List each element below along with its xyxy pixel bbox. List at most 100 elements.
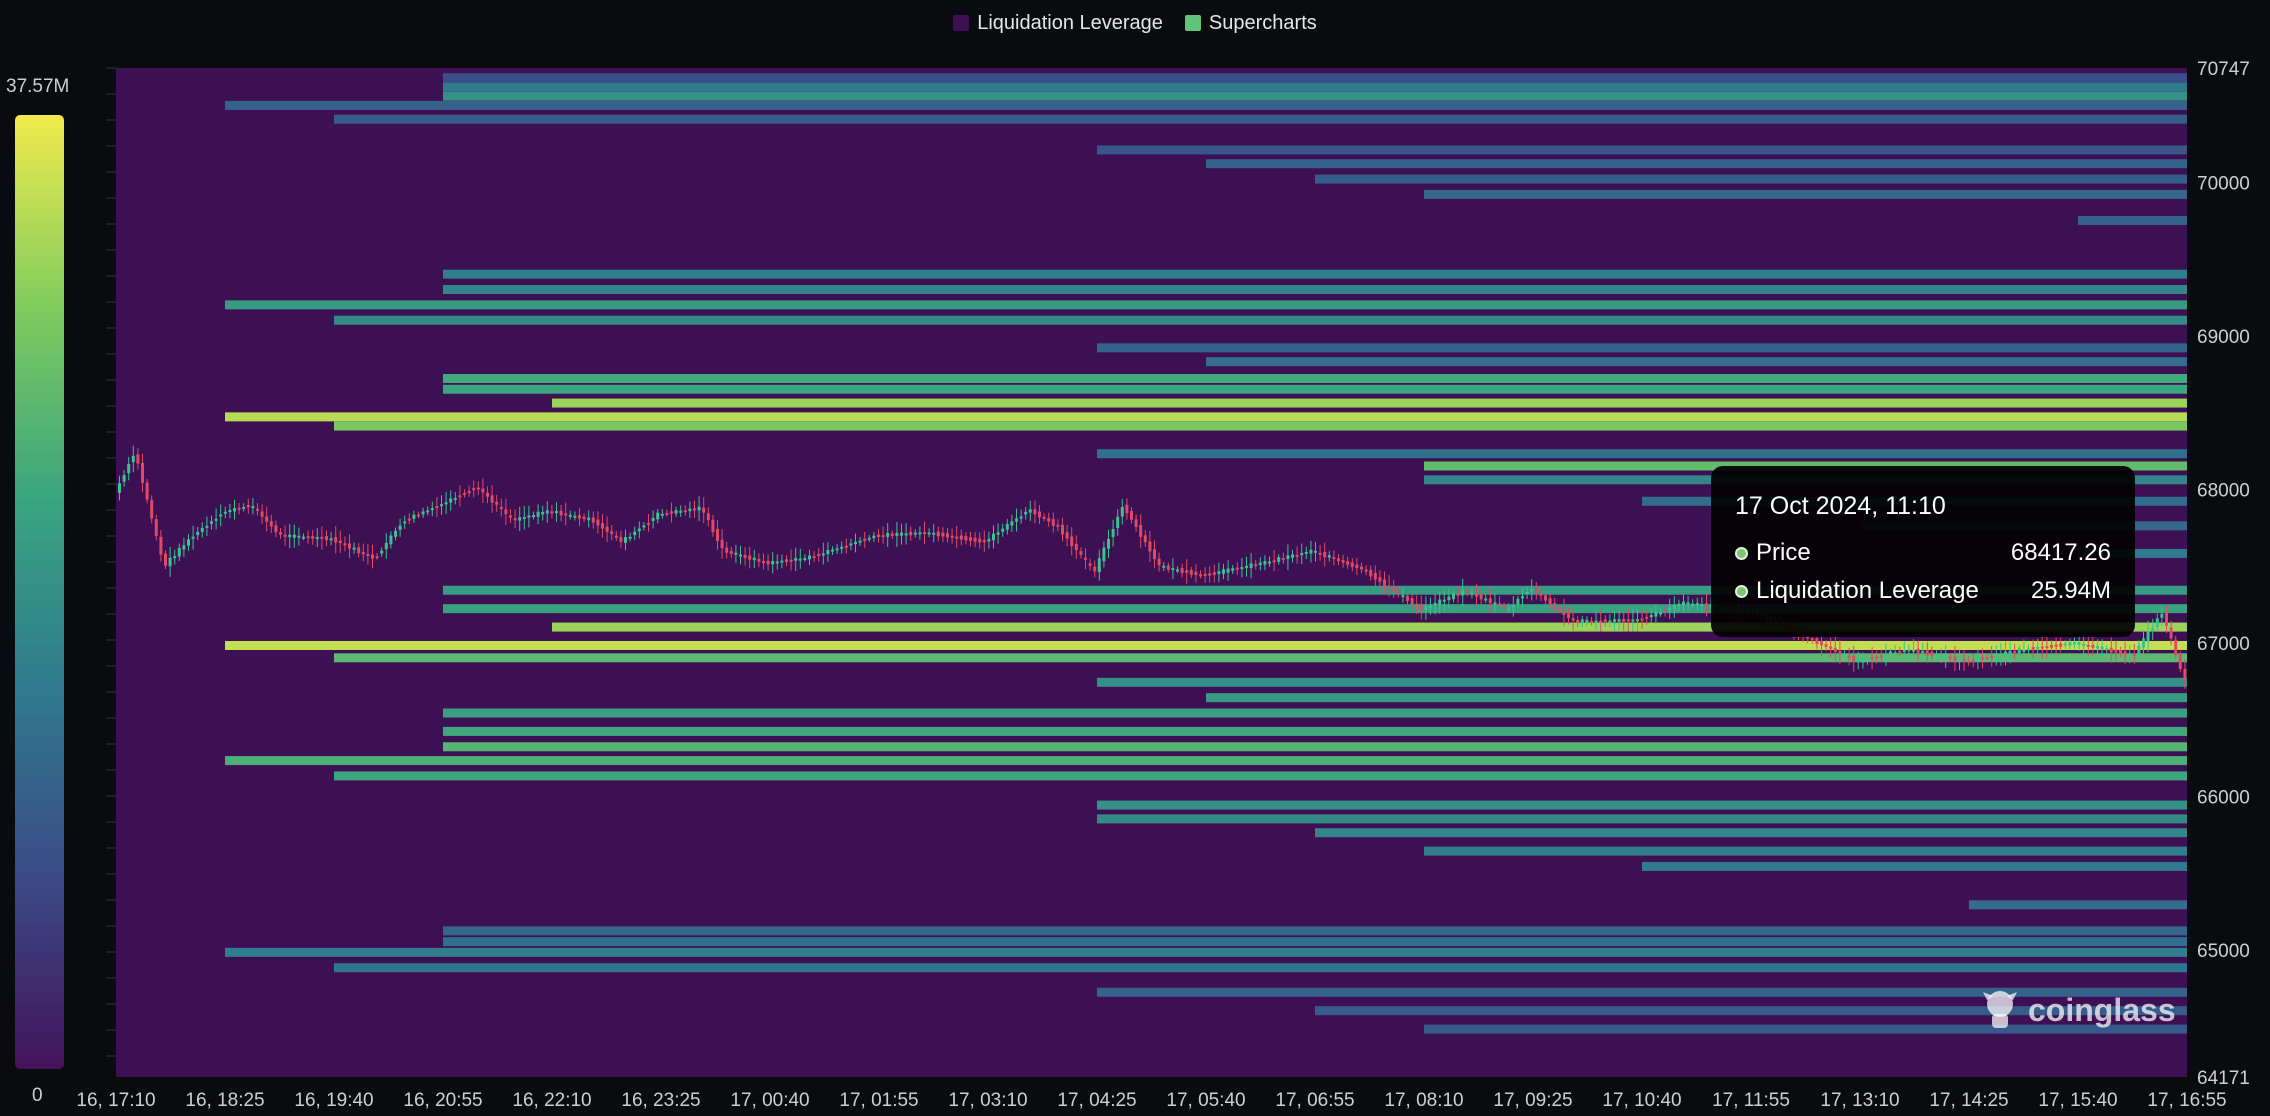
x-tick-label: 17, 15:40 bbox=[2038, 1090, 2117, 1111]
candle-body bbox=[1176, 569, 1179, 572]
candle-body bbox=[794, 558, 798, 561]
candle-body bbox=[453, 497, 457, 500]
candle-body bbox=[1488, 598, 1492, 604]
candle-body bbox=[1286, 555, 1290, 560]
candle-body bbox=[743, 554, 747, 558]
x-tick-label: 17, 04:25 bbox=[1057, 1090, 1136, 1111]
candle-body bbox=[1028, 509, 1032, 513]
candle-body bbox=[863, 538, 867, 542]
candle-body bbox=[1525, 591, 1529, 594]
candle-body bbox=[831, 549, 834, 552]
candle-body bbox=[412, 514, 416, 519]
candle-body bbox=[1944, 655, 1948, 658]
candle-body bbox=[463, 493, 466, 496]
candle-body bbox=[1355, 564, 1359, 569]
candle-body bbox=[1640, 618, 1644, 621]
candle-body bbox=[660, 513, 664, 516]
candle-body bbox=[2123, 651, 2127, 655]
candle-body bbox=[872, 535, 876, 539]
candle-body bbox=[1291, 554, 1294, 558]
candle-body bbox=[173, 556, 177, 559]
candle-body bbox=[1935, 654, 1938, 657]
candle-body bbox=[785, 559, 788, 563]
candle-body bbox=[1277, 557, 1281, 562]
candle-body bbox=[1387, 585, 1391, 588]
liquidation-band bbox=[443, 726, 2187, 736]
candle-body bbox=[978, 538, 982, 543]
candle-body bbox=[329, 538, 333, 541]
candle-body bbox=[1281, 558, 1285, 561]
candle-body bbox=[1194, 571, 1198, 576]
candle-body bbox=[1254, 564, 1258, 567]
liquidation-band bbox=[1424, 189, 2187, 199]
candle-body bbox=[2082, 643, 2086, 646]
candle-body bbox=[311, 536, 315, 539]
tooltip-value-leverage: 25.94M bbox=[2030, 577, 2111, 604]
liquidation-band bbox=[443, 374, 2187, 384]
candle-body bbox=[1309, 549, 1313, 554]
candle-body bbox=[1847, 656, 1851, 659]
liquidation-band bbox=[1097, 677, 2187, 687]
liquidation-band bbox=[1097, 145, 2187, 155]
candle-body bbox=[1879, 655, 1883, 658]
candle-body bbox=[1024, 511, 1028, 515]
candle-body bbox=[670, 511, 673, 514]
candle-body bbox=[389, 535, 393, 545]
candle-body bbox=[1107, 538, 1110, 549]
candle-body bbox=[1153, 549, 1156, 560]
candle-body bbox=[1682, 601, 1685, 606]
candle-body bbox=[1645, 616, 1649, 619]
y-tick-label: 70000 bbox=[2197, 174, 2250, 195]
candle-body bbox=[2183, 668, 2187, 680]
candle-body bbox=[1567, 613, 1570, 619]
tooltip-label-leverage: Liquidation Leverage bbox=[1756, 577, 1979, 604]
candle-body bbox=[1562, 609, 1566, 616]
candle-body bbox=[1111, 529, 1115, 538]
candle-body bbox=[223, 511, 227, 514]
candle-body bbox=[1548, 598, 1552, 605]
candle-body bbox=[1594, 620, 1598, 623]
candle-body bbox=[1930, 651, 1934, 656]
candle-body bbox=[573, 515, 577, 518]
candle-body bbox=[2008, 650, 2012, 655]
tooltip-title: 17 Oct 2024, 11:10 bbox=[1735, 492, 1946, 520]
candle-body bbox=[2109, 647, 2113, 653]
candle-body bbox=[2151, 627, 2155, 632]
candle-body bbox=[1971, 659, 1975, 662]
candle-body bbox=[2031, 647, 2035, 651]
candle-body bbox=[1415, 603, 1419, 606]
candle-body bbox=[1010, 521, 1014, 526]
candle-body bbox=[716, 528, 719, 541]
candle-body bbox=[1544, 595, 1547, 601]
candle-body bbox=[1649, 614, 1653, 618]
candle-body bbox=[251, 506, 255, 509]
candle-body bbox=[1815, 638, 1819, 645]
candle-body bbox=[131, 455, 135, 463]
candle-body bbox=[642, 525, 646, 528]
x-tick-label: 17, 06:55 bbox=[1275, 1090, 1354, 1111]
candle-body bbox=[1157, 558, 1161, 566]
candle-body bbox=[633, 531, 637, 536]
candle-body bbox=[449, 498, 453, 503]
candle-body bbox=[513, 518, 517, 521]
candle-body bbox=[1346, 561, 1350, 565]
liquidation-band bbox=[225, 947, 2187, 957]
candle-body bbox=[1668, 607, 1672, 611]
candle-body bbox=[320, 536, 324, 539]
candle-body bbox=[481, 488, 485, 493]
candle-body bbox=[1511, 605, 1515, 608]
candle-body bbox=[1139, 525, 1143, 537]
candle-body bbox=[283, 534, 287, 537]
candle-body bbox=[182, 545, 186, 550]
candle-body bbox=[959, 535, 963, 540]
y-tick-label: 69000 bbox=[2197, 327, 2250, 348]
candle-body bbox=[1056, 524, 1060, 527]
candle-body bbox=[357, 547, 361, 554]
candle-body bbox=[1999, 653, 2003, 656]
candle-body bbox=[555, 511, 558, 514]
candle-body bbox=[2059, 643, 2063, 647]
candle-body bbox=[1599, 620, 1603, 623]
candle-body bbox=[1994, 655, 1998, 658]
candle-body bbox=[1364, 569, 1368, 572]
x-tick-label: 17, 10:40 bbox=[1602, 1090, 1681, 1111]
